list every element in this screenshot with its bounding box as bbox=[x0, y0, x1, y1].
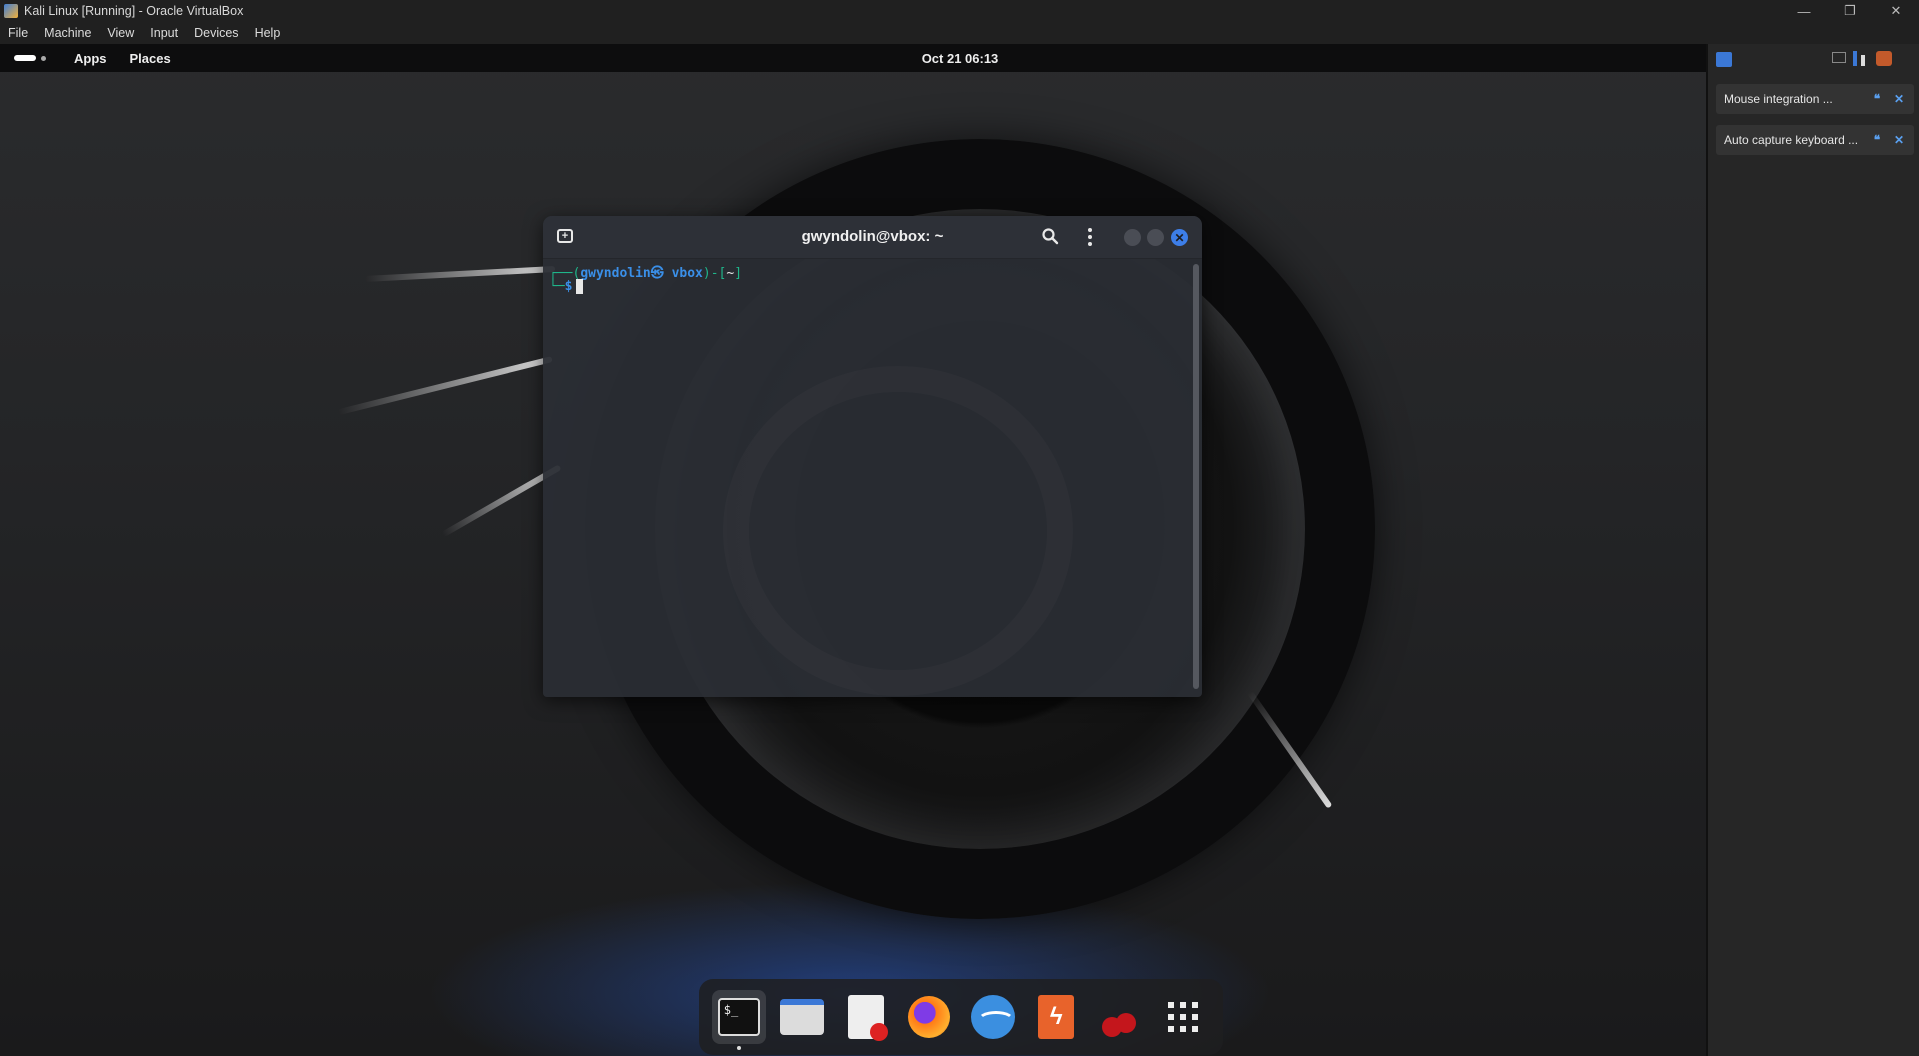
prompt-line-2: └─$ bbox=[549, 279, 1184, 296]
prompt-separator: )-[ bbox=[702, 266, 727, 281]
dock-show-apps[interactable] bbox=[1156, 990, 1210, 1044]
terminal-window[interactable]: + gwyndolin@vbox: ~ ✕ ┌──(gwyndolin㉿ vbo… bbox=[543, 216, 1202, 697]
menu-machine[interactable]: Machine bbox=[36, 26, 99, 40]
menu-help[interactable]: Help bbox=[247, 26, 289, 40]
menu-devices[interactable]: Devices bbox=[186, 26, 246, 40]
wireshark-app-icon bbox=[970, 995, 1015, 1039]
terminal-title: gwyndolin@vbox: ~ bbox=[801, 228, 944, 245]
menu-input[interactable]: Input bbox=[142, 26, 186, 40]
sort-icon[interactable] bbox=[1853, 51, 1867, 66]
close-icon[interactable]: ✕ bbox=[1892, 133, 1906, 147]
dock-text-editor[interactable] bbox=[839, 990, 893, 1044]
notification-text: Auto capture keyboard ... bbox=[1724, 133, 1859, 147]
notification-mouse-integration[interactable]: Mouse integration ... ❝ ✕ bbox=[1716, 84, 1914, 114]
cherrytree-app-icon bbox=[1098, 997, 1142, 1037]
notification-center-icon[interactable] bbox=[1716, 52, 1732, 67]
help-icon[interactable]: ❝ bbox=[1870, 92, 1884, 106]
keep-finished-icon[interactable] bbox=[1832, 52, 1846, 63]
maximize-terminal-button[interactable] bbox=[1147, 229, 1164, 246]
host-window-title: Kali Linux [Running] - Oracle VirtualBox bbox=[24, 4, 244, 18]
search-button[interactable] bbox=[1041, 227, 1059, 250]
kebab-dot-icon bbox=[1088, 235, 1092, 239]
search-icon bbox=[1042, 228, 1059, 245]
dock-firefox[interactable] bbox=[902, 990, 956, 1044]
help-icon[interactable]: ❝ bbox=[1870, 133, 1884, 147]
text-editor-app-icon bbox=[847, 995, 888, 1041]
wallpaper-spike bbox=[365, 266, 556, 282]
guest-desktop[interactable]: Apps Places Oct 21 06:13 + gwyndolin@vbo… bbox=[0, 44, 1706, 1056]
dock-cherrytree[interactable] bbox=[1093, 990, 1147, 1044]
close-icon[interactable]: ✕ bbox=[1892, 92, 1906, 106]
clock[interactable]: Oct 21 06:13 bbox=[0, 51, 1706, 66]
minimize-button[interactable]: — bbox=[1781, 0, 1827, 22]
prompt-bracket-close: ] bbox=[734, 266, 743, 281]
prompt-user-host: gwyndolin㉿ vbox bbox=[580, 266, 703, 281]
dock: $_ ϟ bbox=[699, 979, 1223, 1055]
host-menu-bar: File Machine View Input Devices Help bbox=[0, 22, 1919, 44]
virtualbox-logo-icon bbox=[4, 4, 18, 18]
menu-view[interactable]: View bbox=[99, 26, 142, 40]
notification-auto-capture-keyboard[interactable]: Auto capture keyboard ... ❝ ✕ bbox=[1716, 125, 1914, 155]
terminal-scrollbar[interactable] bbox=[1193, 264, 1199, 689]
hamburger-menu-button[interactable] bbox=[1081, 227, 1099, 247]
dock-terminal[interactable]: $_ bbox=[711, 990, 766, 1050]
text-cursor bbox=[576, 279, 584, 294]
prompt-line-1: ┌──(gwyndolin㉿ vbox)-[~] bbox=[549, 262, 1184, 281]
dock-burp-suite[interactable]: ϟ bbox=[1029, 990, 1083, 1044]
notification-text: Mouse integration ... bbox=[1724, 92, 1833, 106]
gnome-top-bar: Apps Places Oct 21 06:13 bbox=[0, 44, 1706, 72]
delete-all-icon[interactable] bbox=[1876, 51, 1892, 66]
firefox-app-icon bbox=[908, 996, 951, 1038]
kebab-dot-icon bbox=[1088, 228, 1092, 232]
wallpaper-spike bbox=[337, 356, 553, 416]
terminal-content[interactable]: ┌──(gwyndolin㉿ vbox)-[~] └─$ bbox=[543, 258, 1190, 697]
restore-button[interactable]: ❐ bbox=[1827, 0, 1873, 22]
prompt-symbol: $ bbox=[564, 279, 573, 294]
close-icon: ✕ bbox=[1174, 230, 1185, 245]
burp-suite-app-icon: ϟ bbox=[1038, 995, 1075, 1039]
notification-toolbar bbox=[1708, 44, 1919, 74]
kebab-dot-icon bbox=[1088, 242, 1092, 246]
terminal-header-bar[interactable]: + gwyndolin@vbox: ~ ✕ bbox=[543, 216, 1202, 259]
app-grid-icon bbox=[1168, 1002, 1199, 1032]
minimize-terminal-button[interactable] bbox=[1124, 229, 1141, 246]
host-title-bar: Kali Linux [Running] - Oracle VirtualBox… bbox=[0, 0, 1919, 22]
dock-files[interactable] bbox=[775, 990, 829, 1044]
notification-center-panel: Mouse integration ... ❝ ✕ Auto capture k… bbox=[1706, 44, 1919, 1056]
close-window-button[interactable]: ✕ bbox=[1873, 0, 1919, 22]
files-app-icon bbox=[780, 999, 825, 1035]
prompt-corner-bottom: └─ bbox=[549, 279, 565, 294]
terminal-app-icon: $_ bbox=[717, 998, 760, 1036]
close-terminal-button[interactable]: ✕ bbox=[1171, 229, 1188, 246]
dock-wireshark[interactable] bbox=[966, 990, 1020, 1044]
menu-file[interactable]: File bbox=[0, 26, 36, 40]
running-indicator bbox=[736, 1046, 741, 1050]
